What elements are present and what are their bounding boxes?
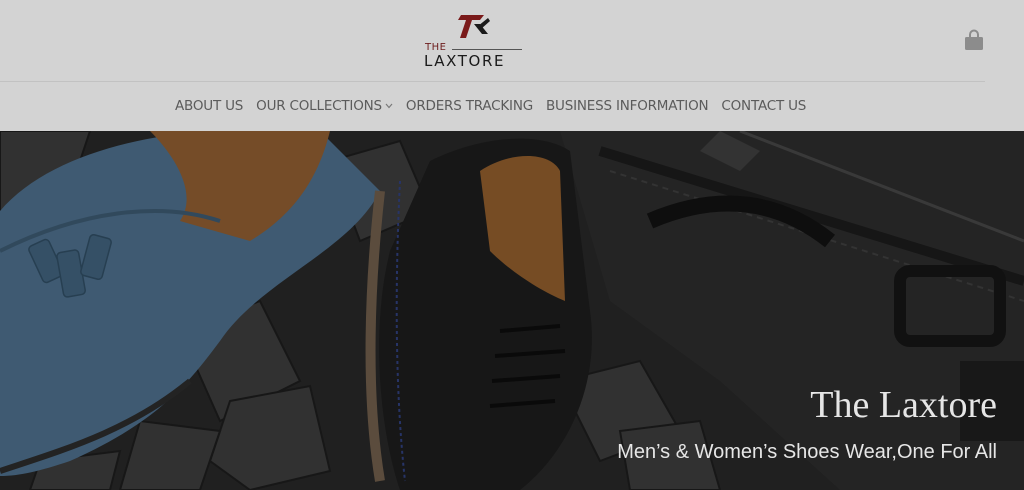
nav-item-orders-tracking[interactable]: ORDERS TRACKING xyxy=(406,98,533,114)
nav-item-contact-us[interactable]: CONTACT US xyxy=(721,98,806,114)
hero-banner: The Laxtore Men’s & Women’s Shoes Wear,O… xyxy=(0,131,1024,490)
main-nav: ABOUT US OUR COLLECTIONS ORDERS TRACKING… xyxy=(175,97,806,115)
logo-mark-icon xyxy=(458,15,490,38)
nav-item-our-collections[interactable]: OUR COLLECTIONS xyxy=(256,98,393,114)
hero-title: The Laxtore xyxy=(810,384,997,426)
nav-item-label: ORDERS TRACKING xyxy=(405,98,533,114)
nav-item-label: CONTACT US xyxy=(721,98,807,114)
nav-item-label: BUSINESS INFORMATION xyxy=(546,98,709,114)
site-header: THE LAXTORE ABOUT US OUR COLLECTIONS ORD… xyxy=(0,0,1024,131)
logo-name: LAXTORE xyxy=(424,52,506,70)
chevron-down-icon xyxy=(385,103,393,109)
nav-item-label: ABOUT US xyxy=(175,98,244,114)
hero-image xyxy=(0,131,1024,490)
nav-item-label: OUR COLLECTIONS xyxy=(256,98,382,114)
header-divider xyxy=(0,81,985,82)
hero-subtitle: Men’s & Women’s Shoes Wear,One For All xyxy=(617,441,997,463)
shopping-bag-icon[interactable] xyxy=(963,29,985,51)
logo-rule xyxy=(452,49,522,50)
nav-item-about-us[interactable]: ABOUT US xyxy=(175,98,243,114)
site-logo[interactable]: THE LAXTORE xyxy=(422,12,526,70)
nav-item-business-information[interactable]: BUSINESS INFORMATION xyxy=(546,98,709,114)
